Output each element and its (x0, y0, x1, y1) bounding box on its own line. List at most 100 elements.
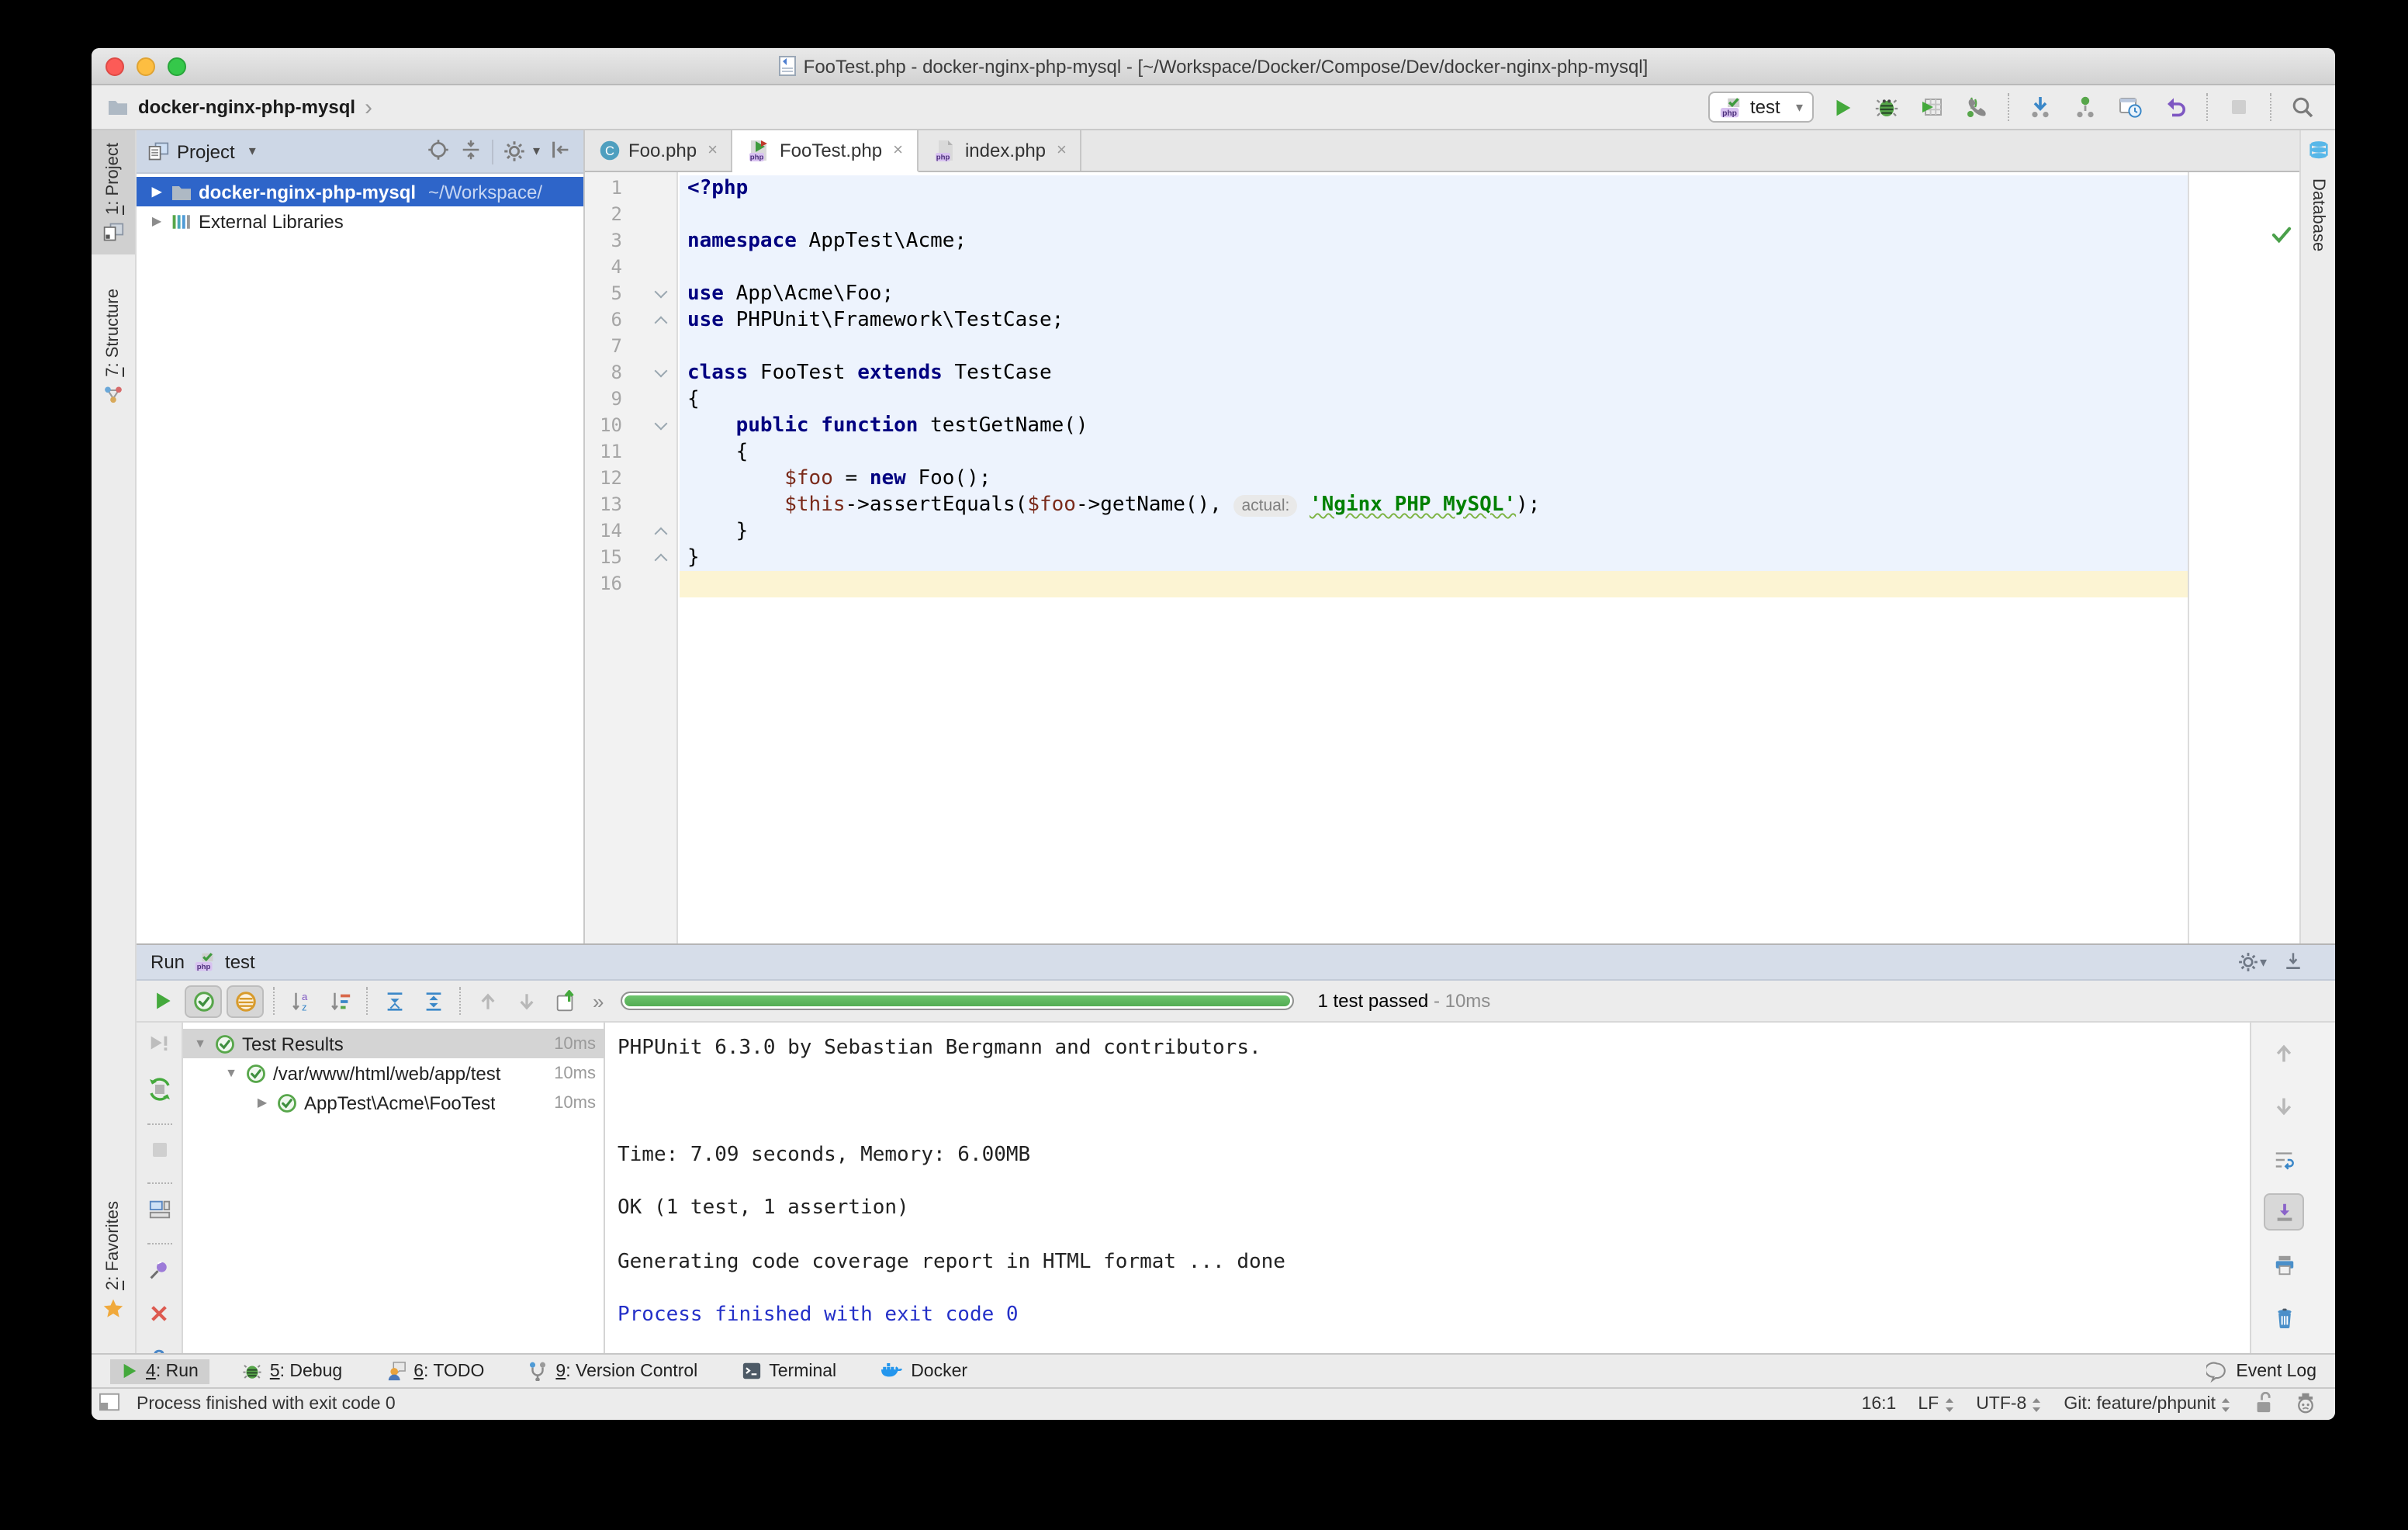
tool-window-button-todo[interactable]: 6: TODO (375, 1358, 495, 1384)
expander-icon[interactable]: ▼ (192, 1037, 208, 1051)
code-line-10[interactable]: 10 public function testGetName() (585, 413, 2299, 439)
code-line-4[interactable]: 4 (585, 254, 2299, 281)
sort-by-duration-button[interactable] (323, 984, 357, 1018)
clear-console-button[interactable] (2264, 1299, 2304, 1336)
tool-window-button-docker[interactable]: Docker (869, 1358, 978, 1384)
test-tree-row[interactable]: ▶AppTest\Acme\FooTest10ms (183, 1088, 604, 1117)
title-bar[interactable]: FooTest.php - docker-nginx-php-mysql - [… (92, 48, 2335, 85)
tab-close-icon[interactable]: × (708, 141, 718, 160)
tool-window-button-version-control[interactable]: 9: Version Control (517, 1358, 708, 1384)
chevron-down-icon[interactable]: ▾ (249, 143, 256, 160)
editor-tab-index-php[interactable]: phpindex.php× (919, 130, 1082, 171)
event-log-label[interactable]: Event Log (2236, 1362, 2316, 1380)
fold-marker-icon[interactable] (655, 554, 668, 567)
show-ignored-toggle[interactable] (227, 985, 264, 1017)
print-button[interactable] (2264, 1246, 2304, 1283)
tool-button-project[interactable]: 1: Project (92, 130, 135, 255)
fold-marker-icon[interactable] (655, 365, 668, 378)
tool-button-structure[interactable]: 7: Structure (92, 277, 135, 420)
run-with-coverage-button[interactable] (1915, 90, 1949, 124)
code-line-16[interactable]: 16 (585, 571, 2299, 597)
tool-window-button-terminal[interactable]: Terminal (730, 1358, 847, 1384)
fold-marker-icon[interactable] (655, 417, 668, 431)
toggle-auto-test-button[interactable] (147, 1077, 171, 1109)
zoom-window-button[interactable] (168, 57, 186, 76)
breadcrumb[interactable]: docker-nginx-php-mysql › (107, 94, 372, 120)
close-run-panel-button[interactable] (149, 1303, 169, 1331)
tab-close-icon[interactable]: × (893, 141, 903, 160)
code-editor[interactable]: 1<?php23namespace AppTest\Acme;45use App… (585, 172, 2299, 943)
show-passed-toggle[interactable] (185, 985, 222, 1017)
code-line-6[interactable]: 6use PHPUnit\Framework\TestCase; (585, 307, 2299, 334)
hide-run-panel-button[interactable] (2282, 949, 2304, 975)
sort-alphabetically-button[interactable]: az (284, 984, 318, 1018)
locate-file-button[interactable] (427, 137, 451, 165)
status-widget-git-feature-phpunit[interactable]: Git: feature/phpunit (2064, 1395, 2231, 1414)
editor-tab-foo-php[interactable]: CFoo.php× (585, 130, 733, 171)
minimize-window-button[interactable] (137, 57, 155, 76)
code-line-8[interactable]: 8class FooTest extends TestCase (585, 360, 2299, 386)
rerun-button[interactable] (146, 984, 180, 1018)
restore-layout-button[interactable] (147, 1198, 171, 1229)
project-tree-item[interactable]: ▶External Libraries (137, 206, 583, 236)
project-tree-item[interactable]: ▶docker-nginx-php-mysql~/Workspace/ (137, 177, 583, 206)
tool-window-switcher-icon[interactable] (98, 1392, 121, 1417)
import-test-results-button[interactable] (548, 984, 582, 1018)
pin-tab-button[interactable] (147, 1258, 171, 1289)
fold-marker-icon[interactable] (655, 286, 668, 299)
commit-changes-button[interactable] (2068, 90, 2102, 124)
code-line-1[interactable]: 1<?php (585, 175, 2299, 202)
code-line-11[interactable]: 11 { (585, 439, 2299, 466)
code-line-5[interactable]: 5use App\Acme\Foo; (585, 281, 2299, 307)
hide-panel-button[interactable] (549, 137, 573, 165)
update-project-button[interactable] (2023, 90, 2057, 124)
search-everywhere-button[interactable] (2285, 90, 2320, 124)
code-line-7[interactable]: 7 (585, 334, 2299, 360)
lock-toggle[interactable] (2253, 1391, 2273, 1418)
status-widget-utf-8[interactable]: UTF-8 (1976, 1395, 2042, 1414)
hector-button[interactable] (2295, 1391, 2316, 1418)
run-console-output[interactable]: PHPUnit 6.3.0 by Sebastian Bergmann and … (605, 1023, 2250, 1353)
expander-icon[interactable]: ▶ (254, 1096, 270, 1109)
tool-window-button-debug[interactable]: 5: Debug (231, 1358, 353, 1384)
more-actions-chevron[interactable]: » (593, 989, 604, 1012)
test-tree-row[interactable]: ▼/var/www/html/web/app/test10ms (183, 1058, 604, 1088)
expander-icon[interactable]: ▶ (149, 214, 164, 228)
run-configuration-select[interactable]: php test ▾ (1708, 92, 1814, 123)
collapse-all-button[interactable] (416, 984, 450, 1018)
editor-tab-footest-php[interactable]: phpFooTest.php× (733, 130, 919, 172)
tab-close-icon[interactable]: × (1057, 141, 1067, 160)
event-log-button[interactable]: Event Log (2206, 1360, 2316, 1382)
attach-debugger-button[interactable] (1960, 90, 1994, 124)
debug-button[interactable] (1870, 90, 1904, 124)
fold-marker-icon[interactable] (655, 528, 668, 541)
status-widget-lf[interactable]: LF (1918, 1395, 1954, 1414)
breadcrumb-project[interactable]: docker-nginx-php-mysql (138, 96, 355, 118)
settings-gear-icon[interactable]: ▾ (503, 140, 540, 163)
scroll-to-end-toggle[interactable] (2264, 1193, 2304, 1231)
fold-marker-icon[interactable] (655, 317, 668, 330)
code-line-12[interactable]: 12 $foo = new Foo(); (585, 466, 2299, 492)
inspections-ok-icon[interactable] (2271, 223, 2292, 251)
collapse-all-button[interactable] (460, 137, 483, 165)
close-window-button[interactable] (106, 57, 124, 76)
soft-wrap-toggle[interactable] (2264, 1141, 2304, 1178)
tool-button-favorites[interactable]: 2: Favorites (92, 1188, 135, 1331)
undo-button[interactable] (2158, 90, 2192, 124)
run-panel-header[interactable]: Run php test ▾ (137, 943, 2335, 981)
tool-button-database[interactable]: Database (2309, 178, 2327, 251)
code-line-13[interactable]: 13 $this->assertEquals($foo->getName(), … (585, 492, 2299, 518)
expander-icon[interactable]: ▼ (223, 1066, 239, 1080)
test-tree-row[interactable]: ▼Test Results10ms (183, 1029, 604, 1058)
expander-icon[interactable]: ▶ (149, 185, 164, 199)
tool-window-button-run[interactable]: 4: Run (110, 1359, 209, 1383)
code-line-3[interactable]: 3namespace AppTest\Acme; (585, 228, 2299, 254)
run-button[interactable] (1825, 90, 1859, 124)
project-panel-header[interactable]: Project ▾ ▾ (137, 130, 583, 174)
code-line-14[interactable]: 14 } (585, 518, 2299, 545)
recent-changes-button[interactable] (2113, 90, 2147, 124)
code-line-9[interactable]: 9{ (585, 386, 2299, 413)
code-line-15[interactable]: 15} (585, 545, 2299, 571)
expand-all-button[interactable] (377, 984, 411, 1018)
code-line-2[interactable]: 2 (585, 202, 2299, 228)
